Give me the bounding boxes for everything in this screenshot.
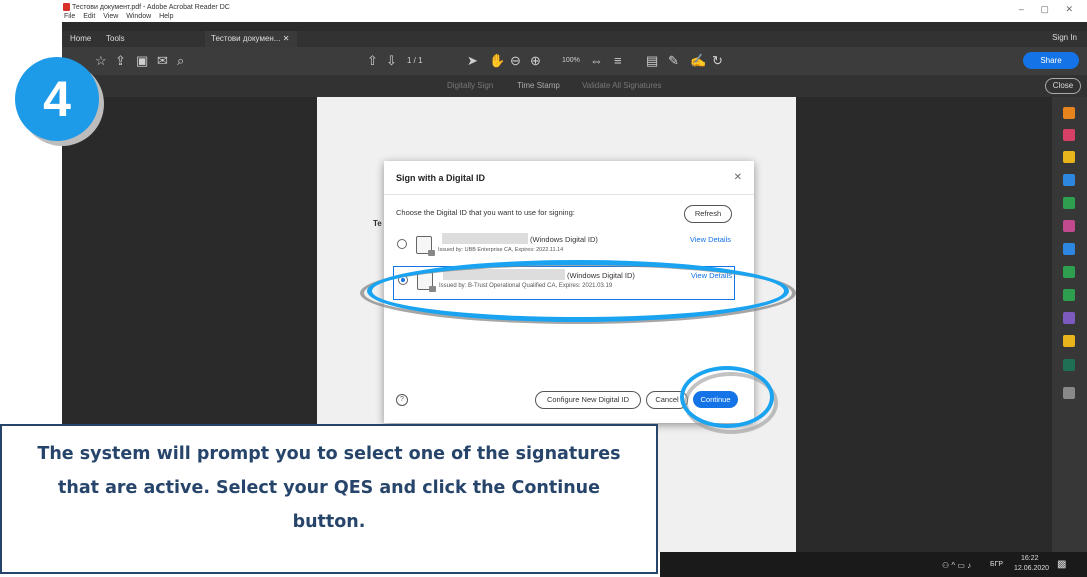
document-text-fragment: Te bbox=[373, 219, 382, 228]
title-bar: Тестови документ.pdf - Adobe Acrobat Rea… bbox=[0, 0, 1087, 22]
right-pane bbox=[796, 97, 1052, 552]
share-link-icon[interactable]: ↻ bbox=[712, 53, 723, 69]
tab-document-label: Тестови докумен... bbox=[211, 34, 281, 43]
tab-document[interactable]: Тестови докумен... ✕ bbox=[205, 31, 297, 47]
highlight-pen-icon[interactable]: ✎ bbox=[668, 53, 679, 69]
sign-in-link[interactable]: Sign In bbox=[1052, 33, 1077, 42]
close-tool-button[interactable]: Close bbox=[1045, 78, 1081, 94]
view-details-link[interactable]: View Details bbox=[690, 235, 731, 244]
email-icon[interactable]: ✉ bbox=[157, 53, 168, 69]
help-icon[interactable]: ? bbox=[396, 394, 408, 406]
scroll-mode-icon[interactable]: ≡ bbox=[614, 53, 622, 68]
id-radio-button[interactable] bbox=[397, 239, 407, 249]
bookmark-star-icon[interactable]: ☆ bbox=[95, 53, 107, 69]
hand-tool-icon[interactable]: ✋ bbox=[489, 53, 505, 69]
more-tools-icon[interactable] bbox=[1063, 387, 1075, 399]
menu-view[interactable]: View bbox=[103, 13, 118, 20]
search-icon[interactable]: ⌕ bbox=[177, 53, 184, 69]
comment-icon[interactable]: ▤ bbox=[646, 53, 658, 69]
comment-tool-icon[interactable] bbox=[1063, 151, 1075, 163]
compare-icon[interactable] bbox=[1063, 289, 1075, 301]
menu-window[interactable]: Window bbox=[126, 13, 151, 20]
pdf-file-icon bbox=[63, 3, 70, 11]
tab-bar: Home Tools Тестови докумен... ✕ Sign In bbox=[62, 31, 1087, 47]
configure-label: Configure New Digital ID bbox=[546, 395, 630, 404]
highlight-ring-continue bbox=[680, 366, 774, 428]
id-issuer: Issued by: UBB Enterprise CA, Expires: 2… bbox=[438, 247, 564, 253]
cancel-label: Cancel bbox=[655, 395, 679, 404]
time-stamp-tool[interactable]: Time Stamp bbox=[517, 81, 560, 90]
tray-icons[interactable]: ⚇ ^ ▭ ♪ bbox=[942, 561, 971, 570]
fill-sign-icon[interactable] bbox=[1063, 220, 1075, 232]
dialog-divider bbox=[384, 194, 754, 195]
window-controls: – ▢ ✕ bbox=[1005, 4, 1073, 15]
redacted-id-name bbox=[442, 233, 528, 244]
certificates-toolbar: tes Digitally Sign Time Stamp Validate A… bbox=[62, 75, 1087, 97]
menu-help[interactable]: Help bbox=[159, 13, 173, 20]
clock-time[interactable]: 16:22 bbox=[1021, 555, 1039, 562]
minimize-button[interactable]: – bbox=[1019, 4, 1024, 14]
configure-new-id-button[interactable]: Configure New Digital ID bbox=[535, 391, 641, 409]
page-down-icon[interactable]: ⇩ bbox=[386, 53, 397, 69]
stamp-icon[interactable] bbox=[1063, 335, 1075, 347]
toolbar: ☆ ⇪ ▣ ✉ ⌕ ⇧ ⇩ 1 / 1 ➤ ✋ ⊖ ⊕ 100% ⇔ ≡ ▤ ✎… bbox=[62, 47, 1087, 75]
share-button[interactable]: Share bbox=[1023, 52, 1079, 69]
create-pdf-icon[interactable] bbox=[1063, 129, 1075, 141]
upload-icon[interactable]: ⇪ bbox=[115, 53, 126, 69]
menu-edit[interactable]: Edit bbox=[83, 13, 95, 20]
zoom-out-icon[interactable]: ⊖ bbox=[510, 53, 521, 69]
share-label: Share bbox=[1040, 56, 1062, 65]
zoom-level[interactable]: 100% bbox=[562, 57, 580, 64]
step-number-badge: 4 bbox=[15, 57, 99, 141]
tools-rail bbox=[1052, 97, 1087, 552]
page-up-icon[interactable]: ⇧ bbox=[367, 53, 378, 69]
zoom-in-icon[interactable]: ⊕ bbox=[530, 53, 541, 69]
validate-signatures-tool[interactable]: Validate All Signatures bbox=[582, 81, 661, 90]
page-indicator[interactable]: 1 / 1 bbox=[407, 56, 423, 65]
close-window-button[interactable]: ✕ bbox=[1065, 4, 1073, 14]
select-tool-icon[interactable]: ➤ bbox=[467, 53, 478, 69]
fit-page-icon[interactable]: ⇔ bbox=[590, 53, 603, 68]
instruction-caption: The system will prompt you to select one… bbox=[0, 424, 658, 574]
certificate-icon bbox=[416, 236, 435, 256]
tab-tools[interactable]: Tools bbox=[106, 34, 125, 43]
dialog-close-icon[interactable]: ✕ bbox=[734, 172, 742, 183]
menu-bar: File Edit View Window Help bbox=[64, 13, 180, 20]
send-review-icon[interactable] bbox=[1063, 266, 1075, 278]
clock-date[interactable]: 12.06.2020 bbox=[1014, 565, 1049, 572]
input-language[interactable]: БГР bbox=[990, 561, 1003, 568]
measure-icon[interactable] bbox=[1063, 312, 1075, 324]
maximize-button[interactable]: ▢ bbox=[1040, 4, 1049, 14]
refresh-label: Refresh bbox=[694, 209, 722, 218]
protect-icon[interactable] bbox=[1063, 243, 1075, 255]
window-title: Тестови документ.pdf - Adobe Acrobat Rea… bbox=[72, 4, 230, 11]
certificates-icon[interactable] bbox=[1063, 359, 1075, 371]
highlight-ring-selected-id bbox=[367, 260, 789, 322]
digitally-sign-tool[interactable]: Digitally Sign bbox=[447, 81, 493, 90]
dialog-prompt: Choose the Digital ID that you want to u… bbox=[396, 208, 575, 217]
notifications-icon[interactable]: ▩ bbox=[1057, 559, 1066, 570]
print-icon[interactable]: ▣ bbox=[136, 53, 148, 69]
refresh-button[interactable]: Refresh bbox=[684, 205, 732, 223]
export-pdf-icon[interactable] bbox=[1063, 107, 1075, 119]
organize-pages-icon[interactable] bbox=[1063, 197, 1075, 209]
tab-home[interactable]: Home bbox=[70, 34, 91, 43]
menu-file[interactable]: File bbox=[64, 13, 75, 20]
taskbar: ⚇ ^ ▭ ♪ БГР 16:22 12.06.2020 ▩ bbox=[660, 552, 1087, 577]
edit-pdf-icon[interactable] bbox=[1063, 174, 1075, 186]
digital-id-row[interactable]: (Windows Digital ID) Issued by: UBB Ente… bbox=[393, 231, 733, 261]
sign-icon[interactable]: ✍ bbox=[690, 53, 706, 69]
close-tool-label: Close bbox=[1052, 81, 1074, 90]
id-type: (Windows Digital ID) bbox=[530, 235, 598, 244]
dialog-title: Sign with a Digital ID bbox=[396, 173, 486, 183]
